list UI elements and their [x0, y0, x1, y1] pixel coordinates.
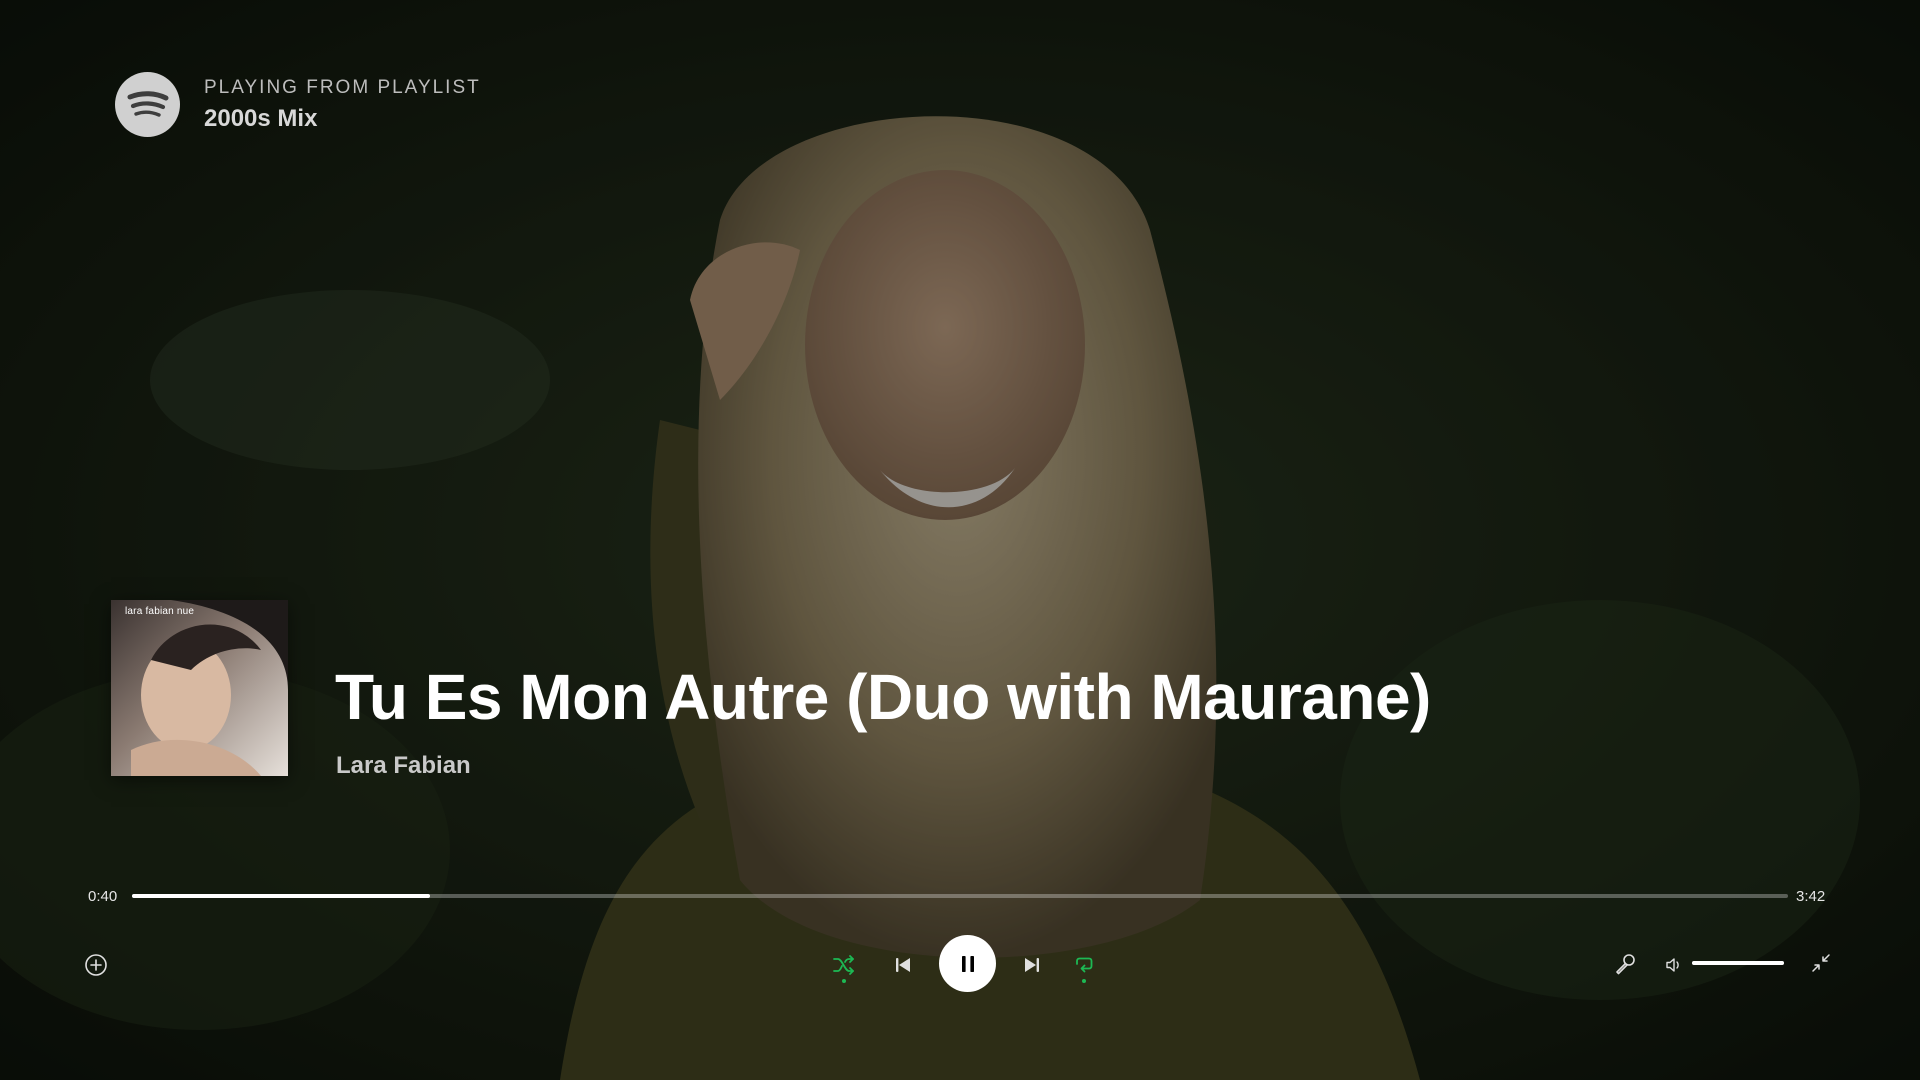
- volume-icon: [1666, 958, 1679, 972]
- progress-bar[interactable]: [132, 894, 1788, 898]
- track-title[interactable]: Tu Es Mon Autre (Duo with Maurane): [335, 660, 1431, 734]
- exit-fullscreen-button[interactable]: [1806, 948, 1836, 978]
- spotify-logo-icon: [115, 72, 180, 137]
- lyrics-button[interactable]: [1609, 948, 1641, 980]
- volume-button[interactable]: [1661, 952, 1687, 978]
- repeat-icon: [1076, 957, 1093, 972]
- repeat-button[interactable]: [1068, 948, 1100, 988]
- add-circle-icon: [85, 954, 107, 976]
- cover-text: lara fabian nue: [125, 606, 195, 617]
- shuffle-button[interactable]: [828, 948, 860, 988]
- pause-button[interactable]: [939, 935, 996, 992]
- total-time: 3:42: [1796, 888, 1826, 905]
- now-playing-header: PLAYING FROM PLAYLIST 2000s Mix: [115, 72, 481, 137]
- repeat-active-indicator: [1082, 978, 1086, 983]
- background-dim-overlay: [0, 0, 1920, 1080]
- exit-fullscreen-icon: [1812, 954, 1830, 972]
- album-cover[interactable]: lara fabian nue: [111, 600, 288, 776]
- previous-track-button[interactable]: [888, 950, 918, 980]
- add-to-library-button[interactable]: [80, 949, 112, 981]
- track-artist[interactable]: Lara Fabian: [336, 752, 471, 780]
- elapsed-time: 0:40: [88, 888, 118, 905]
- shuffle-active-indicator: [842, 978, 846, 983]
- playlist-name[interactable]: 2000s Mix: [204, 105, 481, 133]
- next-track-button[interactable]: [1017, 950, 1047, 980]
- volume-slider-fill: [1692, 961, 1784, 965]
- progress-bar-fill: [132, 894, 431, 898]
- skip-previous-icon: [896, 958, 910, 972]
- header-text: PLAYING FROM PLAYLIST 2000s Mix: [204, 77, 481, 133]
- pause-icon: [961, 955, 974, 972]
- skip-next-icon: [1025, 958, 1039, 972]
- artist-background-image: [0, 0, 1920, 1080]
- volume-slider[interactable]: [1692, 961, 1784, 965]
- shuffle-icon: [833, 954, 854, 975]
- playing-from-label: PLAYING FROM PLAYLIST: [204, 76, 481, 98]
- microphone-icon: [1616, 954, 1635, 975]
